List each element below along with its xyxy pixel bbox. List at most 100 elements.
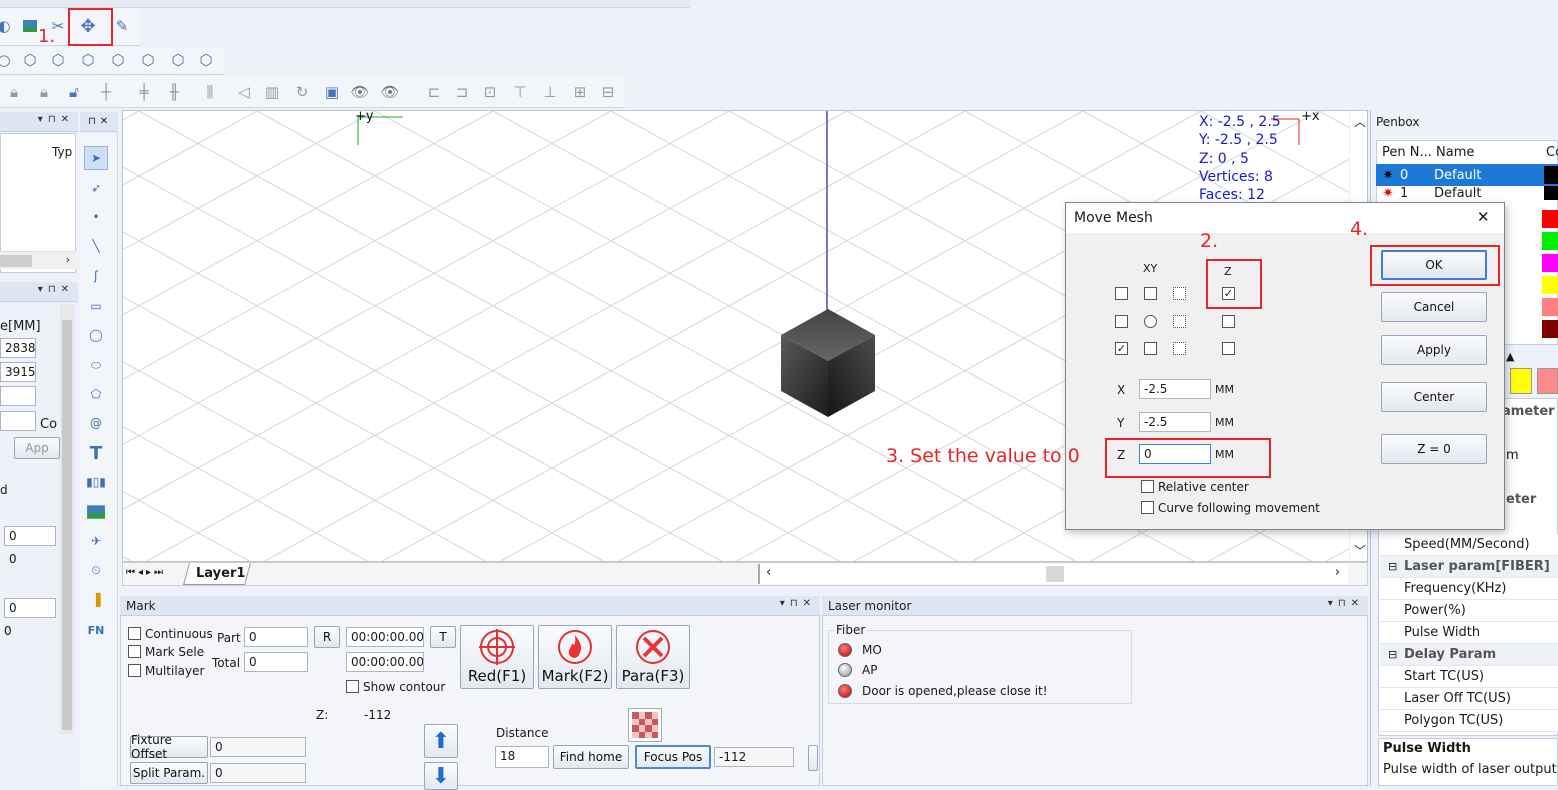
- distribute-icon-4[interactable]: ⊤: [510, 82, 530, 102]
- eye-icon-1[interactable]: 👁︎: [350, 82, 370, 102]
- extend-axis-icon[interactable]: FN: [84, 618, 108, 642]
- pen-swatch-2[interactable]: [1542, 232, 1558, 250]
- pen-row-1[interactable]: ✷ 1 Default: [1376, 186, 1558, 200]
- z-zero-button[interactable]: Z = 0: [1381, 434, 1487, 464]
- pen-swatch-6[interactable]: [1542, 320, 1558, 338]
- mirror-icon[interactable]: ⫼: [200, 82, 220, 102]
- canvas-hscroll[interactable]: ‹ ›: [758, 564, 1348, 584]
- cube-view-icon-4[interactable]: ⬡: [108, 50, 128, 70]
- cancel-button[interactable]: Cancel: [1381, 292, 1487, 322]
- cube-view-icon-2[interactable]: ⬡: [48, 50, 68, 70]
- relative-center-checkbox[interactable]: [1141, 480, 1154, 493]
- align-icon-3[interactable]: ╫: [164, 82, 184, 102]
- xy-anchor-bottom-right[interactable]: [1173, 342, 1186, 355]
- part-input[interactable]: 0: [244, 627, 308, 647]
- lock-icon-3[interactable]: 🔓︎: [64, 82, 84, 102]
- penbox-col-color[interactable]: Co: [1546, 145, 1558, 160]
- circle-icon[interactable]: ◯: [84, 323, 108, 347]
- z-up-button[interactable]: ⬆: [424, 724, 458, 758]
- line-icon[interactable]: ╲: [84, 234, 108, 258]
- distribute-icon-5[interactable]: ⊥: [540, 82, 560, 102]
- cube-view-icon-6[interactable]: ⬡: [168, 50, 188, 70]
- fixture-offset-input[interactable]: 0: [210, 737, 306, 757]
- split-param-input[interactable]: 0: [210, 763, 306, 783]
- text-icon[interactable]: T: [84, 441, 108, 465]
- left-vscroll[interactable]: [60, 304, 74, 734]
- pen-swatch-1[interactable]: [1542, 210, 1558, 228]
- bitmap-icon[interactable]: [84, 500, 108, 524]
- node-edit-icon[interactable]: ➶: [84, 176, 108, 200]
- group-icon[interactable]: ▣: [322, 82, 342, 102]
- param-start-tc[interactable]: Start TC(US): [1380, 666, 1558, 688]
- reset-button[interactable]: R: [314, 626, 340, 648]
- cube-view-icon-5[interactable]: ⬡: [138, 50, 158, 70]
- curve-icon[interactable]: ʃ: [84, 264, 108, 288]
- eye-icon-2[interactable]: 👁︎: [380, 82, 400, 102]
- param-power[interactable]: Power(%): [1380, 600, 1558, 622]
- number-input-a[interactable]: 0: [4, 526, 56, 546]
- penbox-col-name[interactable]: Name: [1436, 145, 1474, 160]
- lock-icon-1[interactable]: 🔒︎: [4, 82, 24, 102]
- mark-f2-button[interactable]: Mark(F2): [538, 625, 612, 689]
- param-pulse-width[interactable]: Pulse Width: [1380, 622, 1558, 644]
- continuous-checkbox[interactable]: [128, 627, 141, 640]
- penbox-scroll-up-icon[interactable]: ▲: [1506, 350, 1514, 363]
- param-speed[interactable]: Speed(MM/Second): [1380, 534, 1558, 556]
- xy-anchor-mid-right[interactable]: [1173, 315, 1186, 328]
- apply-left-button[interactable]: App: [14, 437, 60, 459]
- z-anchor-middle[interactable]: [1222, 315, 1235, 328]
- para-f3-button[interactable]: Para(F3): [616, 625, 690, 689]
- xy-anchor-top-center[interactable]: [1144, 287, 1157, 300]
- select-arrow-icon[interactable]: ➤: [84, 146, 108, 170]
- center-button[interactable]: Center: [1381, 382, 1487, 412]
- z-anchor-bottom[interactable]: [1222, 342, 1235, 355]
- size-x-input[interactable]: 2838: [0, 338, 36, 358]
- multilayer-checkbox[interactable]: [128, 664, 141, 677]
- distribute-icon-6[interactable]: ⊞: [570, 82, 590, 102]
- cube-mesh[interactable]: [778, 307, 878, 419]
- param-frequency[interactable]: Frequency(KHz): [1380, 578, 1558, 600]
- polygon-icon[interactable]: ⬠: [84, 382, 108, 406]
- quick-swatch-yellow[interactable]: [1510, 368, 1532, 394]
- focus-pos-button[interactable]: Focus Pos: [635, 745, 711, 769]
- distribute-icon-3[interactable]: ⊡: [480, 82, 500, 102]
- pen-swatch-5[interactable]: [1542, 298, 1558, 316]
- align-icon-4[interactable]: ◁: [234, 82, 254, 102]
- time-button[interactable]: T: [430, 626, 456, 648]
- curve-following-checkbox[interactable]: [1141, 501, 1154, 514]
- object-list-hscroll[interactable]: ›: [0, 251, 76, 269]
- barcode-icon[interactable]: ▮▯▮: [84, 470, 108, 494]
- red-f1-button[interactable]: Red(F1): [460, 625, 534, 689]
- focus-pos-input[interactable]: -112: [714, 747, 794, 767]
- mark-panel-controls-icon[interactable]: ▾⊓✕: [780, 598, 816, 609]
- pen-edit-icon[interactable]: ✎: [112, 16, 132, 36]
- align-icon-1[interactable]: ┼: [96, 82, 116, 102]
- align-icon-5[interactable]: ▥: [262, 82, 282, 102]
- panel-controls-icon[interactable]: ▾⊓✕: [38, 114, 74, 125]
- distribute-icon-2[interactable]: ⊐: [452, 82, 472, 102]
- split-param-button[interactable]: Split Param.: [130, 762, 208, 784]
- draw-toolbar-controls-icon[interactable]: ⊓✕: [88, 116, 112, 127]
- ellipse-icon[interactable]: ⬭: [84, 353, 108, 377]
- spiral-icon[interactable]: @: [84, 411, 108, 435]
- checker-pattern-icon[interactable]: [628, 708, 662, 742]
- vector-file-icon[interactable]: ✈: [84, 529, 108, 553]
- layer-nav-icon[interactable]: ⏮◂▸⏭: [126, 567, 166, 578]
- size-extra-input[interactable]: [0, 386, 36, 406]
- distribute-icon-7[interactable]: ⊟: [598, 82, 618, 102]
- point-icon[interactable]: •: [84, 205, 108, 229]
- io-port-icon[interactable]: ▐: [84, 588, 108, 612]
- mark-select-checkbox[interactable]: [128, 645, 141, 658]
- fixture-offset-button[interactable]: Fixture Offset: [130, 733, 208, 761]
- find-home-button[interactable]: Find home: [553, 745, 629, 769]
- param-polygon-tc[interactable]: Polygon TC(US): [1380, 710, 1558, 732]
- extra-side-button[interactable]: [808, 745, 818, 771]
- panel-controls-icon-2[interactable]: ▾⊓✕: [38, 284, 74, 295]
- xy-anchor-mid-left[interactable]: [1115, 315, 1128, 328]
- lock-icon-2[interactable]: 🔒︎: [34, 82, 54, 102]
- collapse-icon-laser[interactable]: ⊟: [1388, 560, 1397, 573]
- xy-anchor-bottom-center[interactable]: [1144, 342, 1157, 355]
- y-offset-input[interactable]: -2.5: [1139, 412, 1211, 432]
- xy-anchor-center[interactable]: [1144, 315, 1157, 328]
- rotate-icon[interactable]: ↻: [292, 82, 312, 102]
